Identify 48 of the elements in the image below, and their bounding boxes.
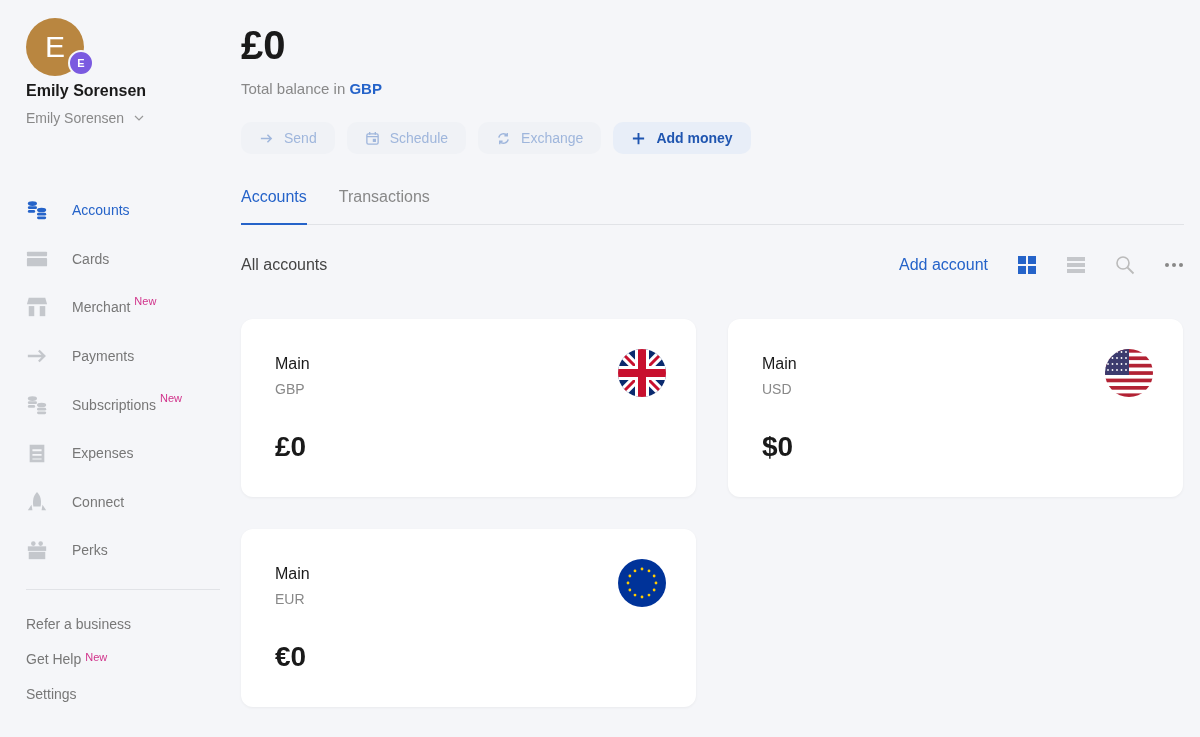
account-name: Main [275,355,310,373]
nav-item[interactable]: Connect [26,489,220,515]
refresh-icon [496,130,512,146]
account-switcher[interactable]: Emily Sorensen [26,110,145,126]
chevron-down-icon [134,115,145,121]
account-name: Main [762,355,797,373]
account-card[interactable]: Main USD $0 [728,319,1183,497]
calendar-icon [364,130,380,146]
account-card[interactable]: Main GBP £0 [241,319,696,497]
currency-link[interactable]: GBP [349,80,382,97]
nav-item[interactable]: Subscriptions $^{New}$ [26,392,220,417]
account-balance: £0 [275,431,308,463]
flag-icon [1105,349,1153,397]
balance-caption: Total balance in [241,80,346,97]
search-icon[interactable] [1115,255,1135,275]
account-card[interactable]: Main EUR €0 [241,529,696,707]
account-currency: USD [762,381,793,397]
account-name: Main [275,565,310,583]
nav-item[interactable]: Payments [26,343,220,369]
grid-view-icon[interactable] [1017,255,1037,275]
coins-icon [26,199,48,222]
nav-item[interactable]: Cards [26,246,220,272]
flag-icon [618,559,666,607]
section-title: All accounts [241,256,328,274]
account-currency: EUR [275,591,306,607]
nav-item[interactable]: Accounts [26,198,220,223]
nav-item[interactable]: Expenses [26,440,220,466]
footer-link[interactable]: Refer a business [26,615,220,632]
nav-item[interactable]: Merchant $^{New}$ [26,295,220,320]
store-icon [26,296,48,319]
add-account-link[interactable]: Add account [899,256,988,274]
gift-icon [26,539,48,562]
avatar-badge: E [68,50,94,76]
footer-link[interactable]: Get Help $^{New}$ [26,650,220,667]
rocket-icon [26,490,48,513]
nav-item[interactable]: Perks [26,538,220,563]
account-currency: GBP [275,381,306,397]
total-balance: £0 [241,22,287,68]
plus-icon [631,130,647,146]
coins-icon [26,393,48,416]
footer-link[interactable]: Settings [26,685,220,702]
user-name: Emily Sorensen [26,82,148,100]
tab[interactable]: Accounts [241,188,307,225]
account-balance: €0 [275,641,308,673]
account-balance: $0 [762,431,795,463]
tab[interactable]: Transactions [338,188,430,225]
action-button[interactable]: Add money [613,122,751,154]
flag-icon [618,349,666,397]
